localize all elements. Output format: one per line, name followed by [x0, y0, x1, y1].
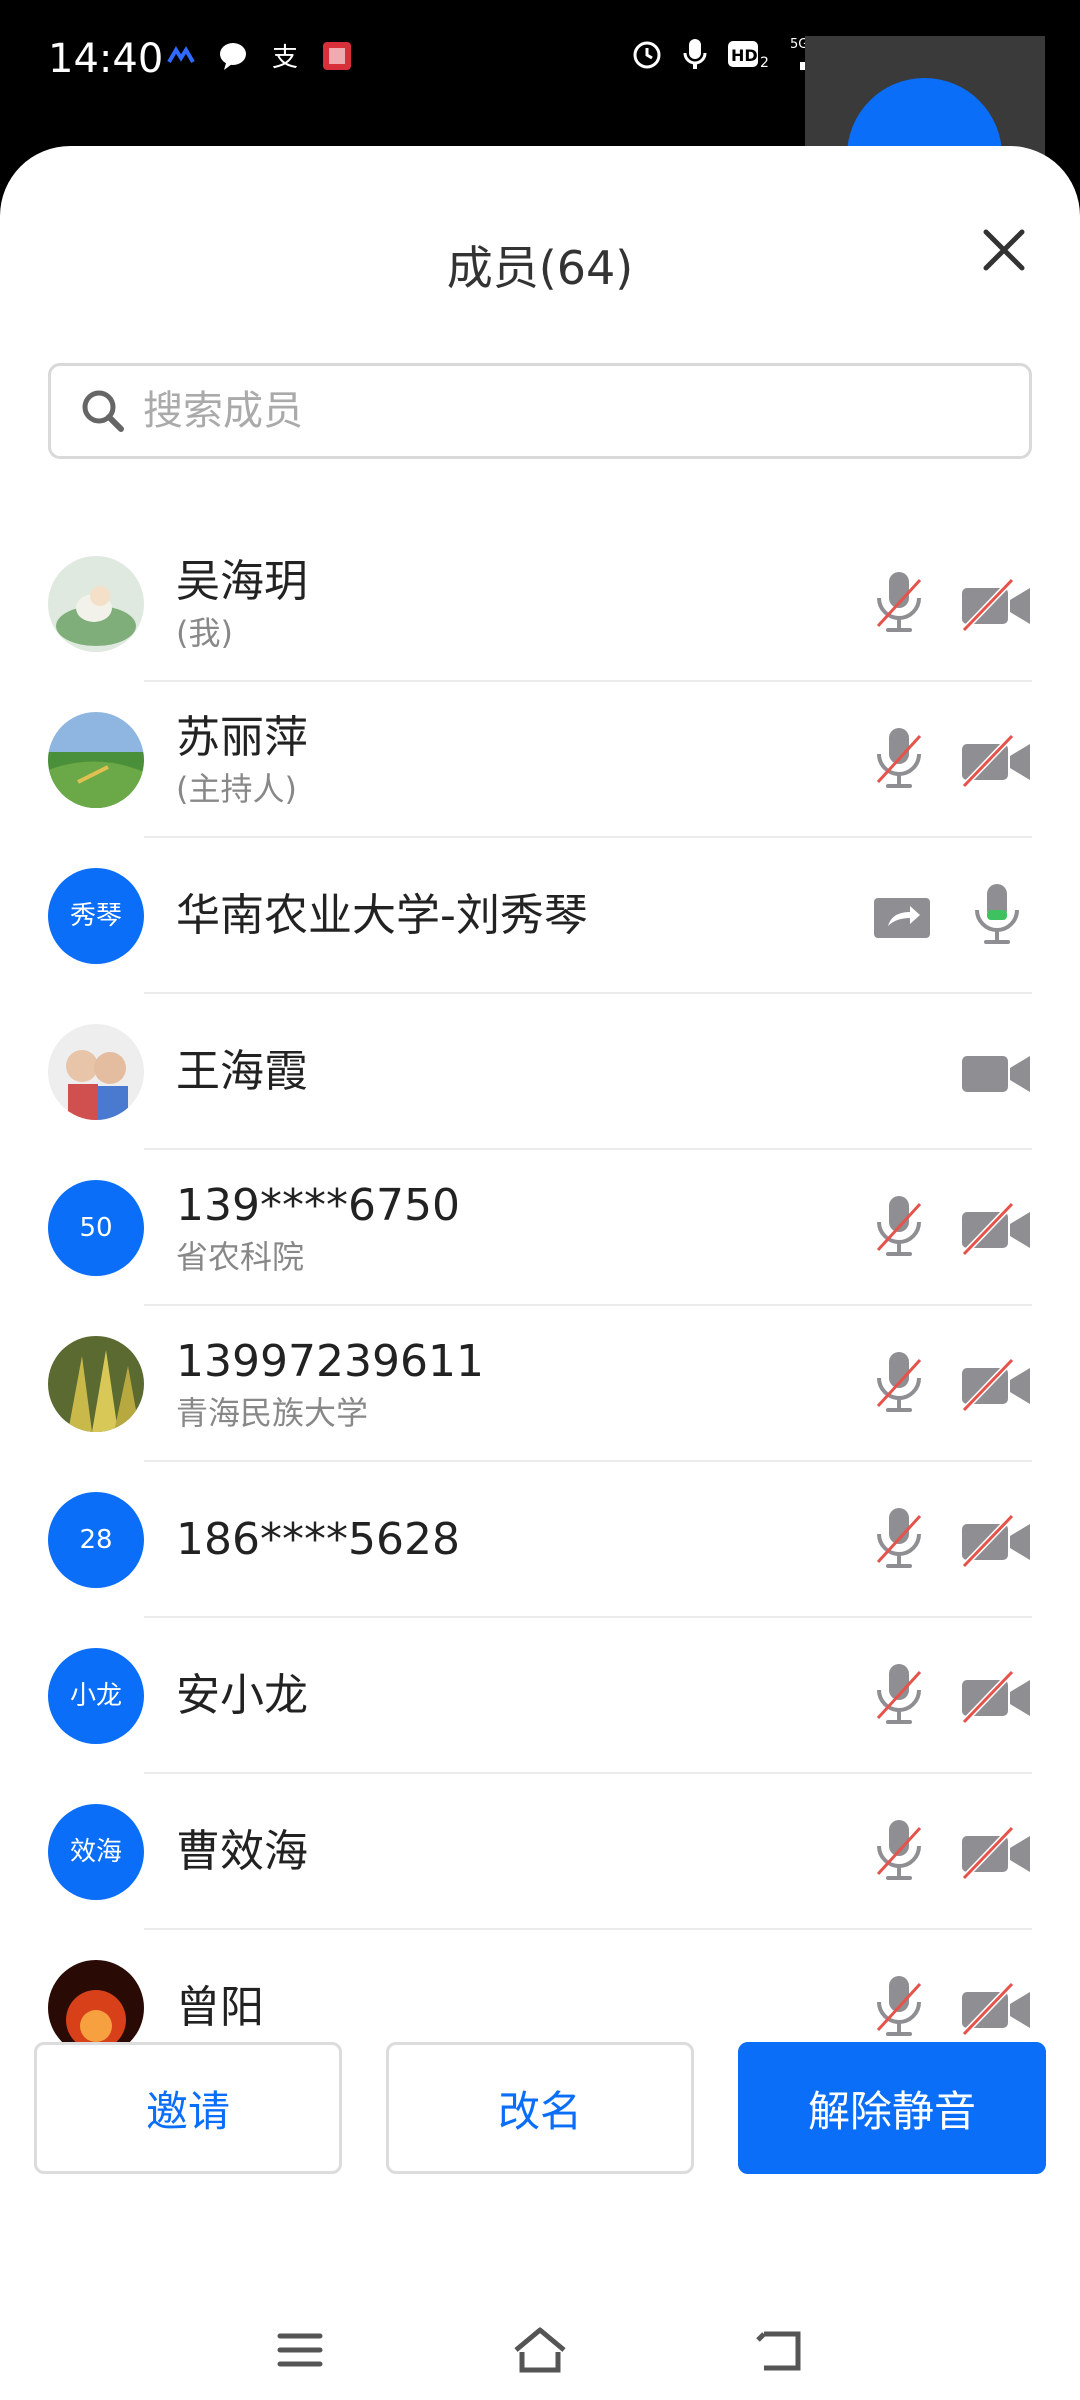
mic-muted-icon[interactable]: [864, 722, 934, 802]
camera-off-icon[interactable]: [960, 1346, 1032, 1426]
member-subtitle: (主持人): [176, 770, 297, 808]
mic-muted-icon[interactable]: [864, 1190, 934, 1270]
member-name: 186****5628: [176, 1514, 460, 1565]
member-row[interactable]: 秀琴 华南农业大学-刘秀琴: [0, 838, 1080, 994]
system-nav-bar: [0, 2300, 1080, 2400]
member-name: 王海霞: [176, 1046, 308, 1097]
mic-muted-icon[interactable]: [864, 566, 934, 646]
member-subtitle: 省农科院: [176, 1238, 305, 1276]
member-name: 安小龙: [176, 1670, 308, 1721]
action-bar: 邀请 改名 解除静音: [0, 2042, 1080, 2182]
home-icon: [514, 2327, 566, 2373]
avatar: [48, 712, 144, 808]
member-row[interactable]: 效海 曹效海: [0, 1774, 1080, 1930]
back-icon: [756, 2331, 801, 2371]
camera-off-icon[interactable]: [960, 722, 1032, 802]
hd-icon: HD 2: [726, 37, 772, 75]
members-panel: 成员(64) 吴海玥 (我): [0, 146, 1080, 2400]
avatar: 秀琴: [48, 868, 144, 964]
screen-share-icon[interactable]: [870, 878, 936, 958]
camera-off-icon[interactable]: [960, 1190, 1032, 1270]
app-icon-red: [321, 40, 353, 72]
status-time: 14:40: [48, 36, 164, 82]
camera-off-icon[interactable]: [960, 566, 1032, 646]
alipay-icon: 支: [269, 40, 301, 73]
unmute-all-button[interactable]: 解除静音: [738, 2042, 1046, 2174]
mic-muted-icon[interactable]: [864, 1970, 934, 2050]
member-subtitle: (我): [176, 614, 233, 652]
search-box[interactable]: [48, 363, 1032, 459]
menu-icon: [277, 2333, 323, 2367]
mic-muted-icon[interactable]: [864, 1346, 934, 1426]
mic-icon: [682, 37, 708, 75]
message-icon: [217, 40, 249, 72]
member-name: 曾阳: [176, 1982, 264, 2033]
member-name: 吴海玥: [176, 556, 308, 607]
avatar: 28: [48, 1492, 144, 1588]
back-button[interactable]: [750, 2320, 810, 2380]
svg-text:2: 2: [760, 55, 769, 71]
avatar: 小龙: [48, 1648, 144, 1744]
member-list[interactable]: 吴海玥 (我) 苏丽萍 (主持人) 秀琴 华南农业大学-刘秀琴 王海霞 50 1…: [0, 526, 1080, 2146]
member-name: 139****6750: [176, 1180, 460, 1231]
panel-title: 成员(64): [446, 241, 634, 295]
avatar: 50: [48, 1180, 144, 1276]
member-row[interactable]: 28 186****5628: [0, 1462, 1080, 1618]
svg-text:HD: HD: [731, 46, 758, 65]
avatar: [48, 1336, 144, 1432]
camera-off-icon[interactable]: [960, 1502, 1032, 1582]
mic-muted-icon[interactable]: [864, 1814, 934, 1894]
app-icon-blue: [165, 40, 197, 72]
member-row[interactable]: 小龙 安小龙: [0, 1618, 1080, 1774]
avatar: [48, 556, 144, 652]
avatar: [48, 1024, 144, 1120]
rename-button[interactable]: 改名: [386, 2042, 694, 2174]
avatar: 效海: [48, 1804, 144, 1900]
member-row[interactable]: 13997239611 青海民族大学: [0, 1306, 1080, 1462]
search-icon: [82, 390, 124, 432]
member-subtitle: 青海民族大学: [176, 1394, 369, 1432]
member-row[interactable]: 王海霞: [0, 994, 1080, 1150]
camera-off-icon[interactable]: [960, 1658, 1032, 1738]
menu-button[interactable]: [270, 2320, 330, 2380]
member-name: 曹效海: [176, 1826, 308, 1877]
camera-on-icon[interactable]: [960, 1034, 1032, 1114]
status-app-icons: 支: [165, 40, 353, 73]
camera-off-icon[interactable]: [960, 1970, 1032, 2050]
member-row[interactable]: 苏丽萍 (主持人): [0, 682, 1080, 838]
close-button[interactable]: [972, 218, 1036, 282]
mic-muted-icon[interactable]: [864, 1658, 934, 1738]
member-row[interactable]: 吴海玥 (我): [0, 526, 1080, 682]
alarm-icon: [630, 37, 664, 75]
mic-muted-icon[interactable]: [864, 1502, 934, 1582]
member-name: 苏丽萍: [176, 712, 308, 763]
member-name: 华南农业大学-刘秀琴: [176, 890, 588, 941]
invite-button[interactable]: 邀请: [34, 2042, 342, 2174]
svg-text:支: 支: [272, 43, 298, 72]
home-button[interactable]: [510, 2320, 570, 2380]
member-name: 13997239611: [176, 1336, 484, 1387]
camera-off-icon[interactable]: [960, 1814, 1032, 1894]
mic-on-icon[interactable]: [962, 878, 1032, 958]
member-row[interactable]: 50 139****6750 省农科院: [0, 1150, 1080, 1306]
search-input[interactable]: [143, 388, 1003, 434]
close-icon: [983, 229, 1025, 271]
